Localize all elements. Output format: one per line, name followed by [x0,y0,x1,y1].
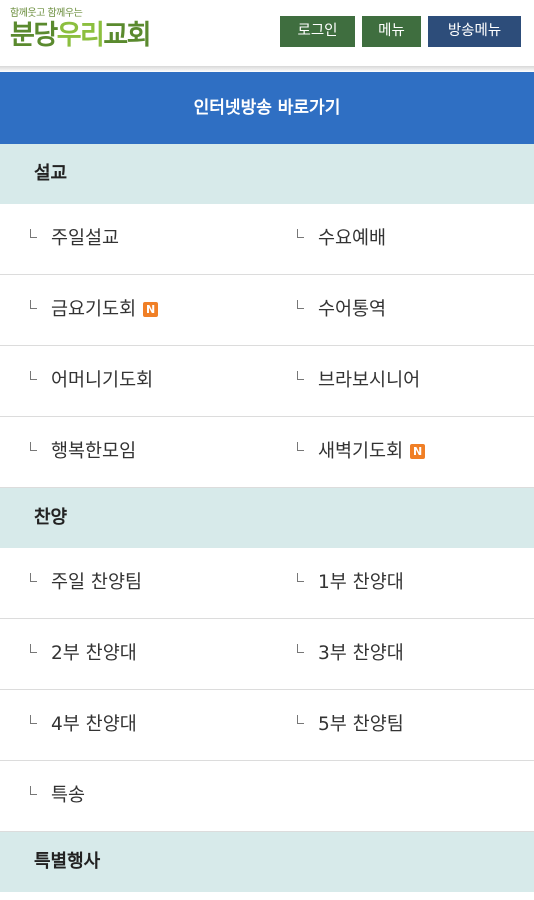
menu-item-label: 금요기도회 [51,299,137,320]
banner-title: 인터넷방송 바로가기 [0,72,534,144]
corner-arrow-icon [297,715,304,724]
corner-arrow-icon [30,644,37,653]
menu-item-link[interactable]: 행복한모임 [30,417,136,487]
menu-item-link[interactable]: 3부 찬양대 [297,619,404,689]
menu-row: 금요기도회 N 수어통역 [0,275,534,346]
menu-row: 2부 찬양대 3부 찬양대 [0,619,534,690]
menu-item-link[interactable]: 주일 찬양팀 [30,548,142,618]
section-header: 설교 [0,144,534,204]
menu-row: 4부 찬양대 5부 찬양팀 [0,690,534,761]
menu-item-label: 새벽기도회 [318,441,404,462]
menu-item-label: 3부 찬양대 [318,643,404,664]
menu-item-label: 주일 찬양팀 [51,572,142,593]
menu-item-label: 수어통역 [318,299,387,320]
logo-name-part2: 우리 [56,20,105,51]
menu-item-link[interactable]: 주일설교 [30,204,119,274]
menu-item-label: 수요예배 [318,228,387,249]
corner-arrow-icon [30,715,37,724]
logo-name: 분당우리교회 [10,19,152,53]
corner-arrow-icon [297,371,304,380]
menu-item-link[interactable]: 수요예배 [297,204,386,274]
menu-row: 어머니기도회 브라보시니어 [0,346,534,417]
corner-arrow-icon [30,786,37,795]
menu-item-link[interactable]: 어머니기도회 [30,346,153,416]
menu-item-link[interactable]: 4부 찬양대 [30,690,137,760]
menu-item-label: 어머니기도회 [51,370,154,391]
menu-item-label: 5부 찬양팀 [318,714,404,735]
menu-row: 특송 [0,761,534,832]
menu-item-label: 4부 찬양대 [51,714,137,735]
menu-item-label: 2부 찬양대 [51,643,137,664]
section-header: 특별행사 [0,832,534,892]
menu-item-link[interactable]: 특송 [30,761,85,831]
corner-arrow-icon [297,229,304,238]
church-logo[interactable]: 함께웃고 함께우는 분당우리교회 [10,4,200,60]
menu-item-link[interactable]: 브라보시니어 [297,346,420,416]
menu-item-link[interactable]: 금요기도회 N [30,275,159,345]
menu-item-link[interactable]: 새벽기도회 N [297,417,426,487]
menu-item-label: 주일설교 [51,228,120,249]
corner-arrow-icon [30,573,37,582]
corner-arrow-icon [297,300,304,309]
corner-arrow-icon [30,229,37,238]
menu-item-label: 특송 [51,785,86,806]
login-button[interactable]: 로그인 [280,16,355,47]
menu-row: 주일설교 수요예배 [0,204,534,275]
logo-name-part3: 교회 [103,20,151,51]
section-header: 찬양 [0,488,534,548]
broadcast-menu-button[interactable]: 방송메뉴 [428,16,521,47]
logo-tagline: 함께웃고 함께우는 [10,8,83,19]
menu-item-link[interactable]: 2부 찬양대 [30,619,137,689]
new-badge-icon: N [143,302,159,317]
menu-item-label: 브라보시니어 [318,370,421,391]
menu-row: 행복한모임 새벽기도회 N [0,417,534,488]
new-badge-icon: N [410,444,426,459]
menu-item-link[interactable]: 5부 찬양팀 [297,690,404,760]
corner-arrow-icon [30,300,37,309]
corner-arrow-icon [297,442,304,451]
corner-arrow-icon [30,371,37,380]
menu-item-label: 행복한모임 [51,441,137,462]
corner-arrow-icon [297,573,304,582]
menu-item-link[interactable]: 수어통역 [297,275,386,345]
menu-button[interactable]: 메뉴 [362,16,421,47]
menu-item-label: 1부 찬양대 [318,572,404,593]
header: 함께웃고 함께우는 분당우리교회 로그인 메뉴 방송메뉴 [0,0,534,66]
corner-arrow-icon [297,644,304,653]
logo-name-part1: 분당 [10,20,58,51]
menu-row: 주일 찬양팀 1부 찬양대 [0,548,534,619]
menu-item-link[interactable]: 1부 찬양대 [297,548,404,618]
corner-arrow-icon [30,442,37,451]
